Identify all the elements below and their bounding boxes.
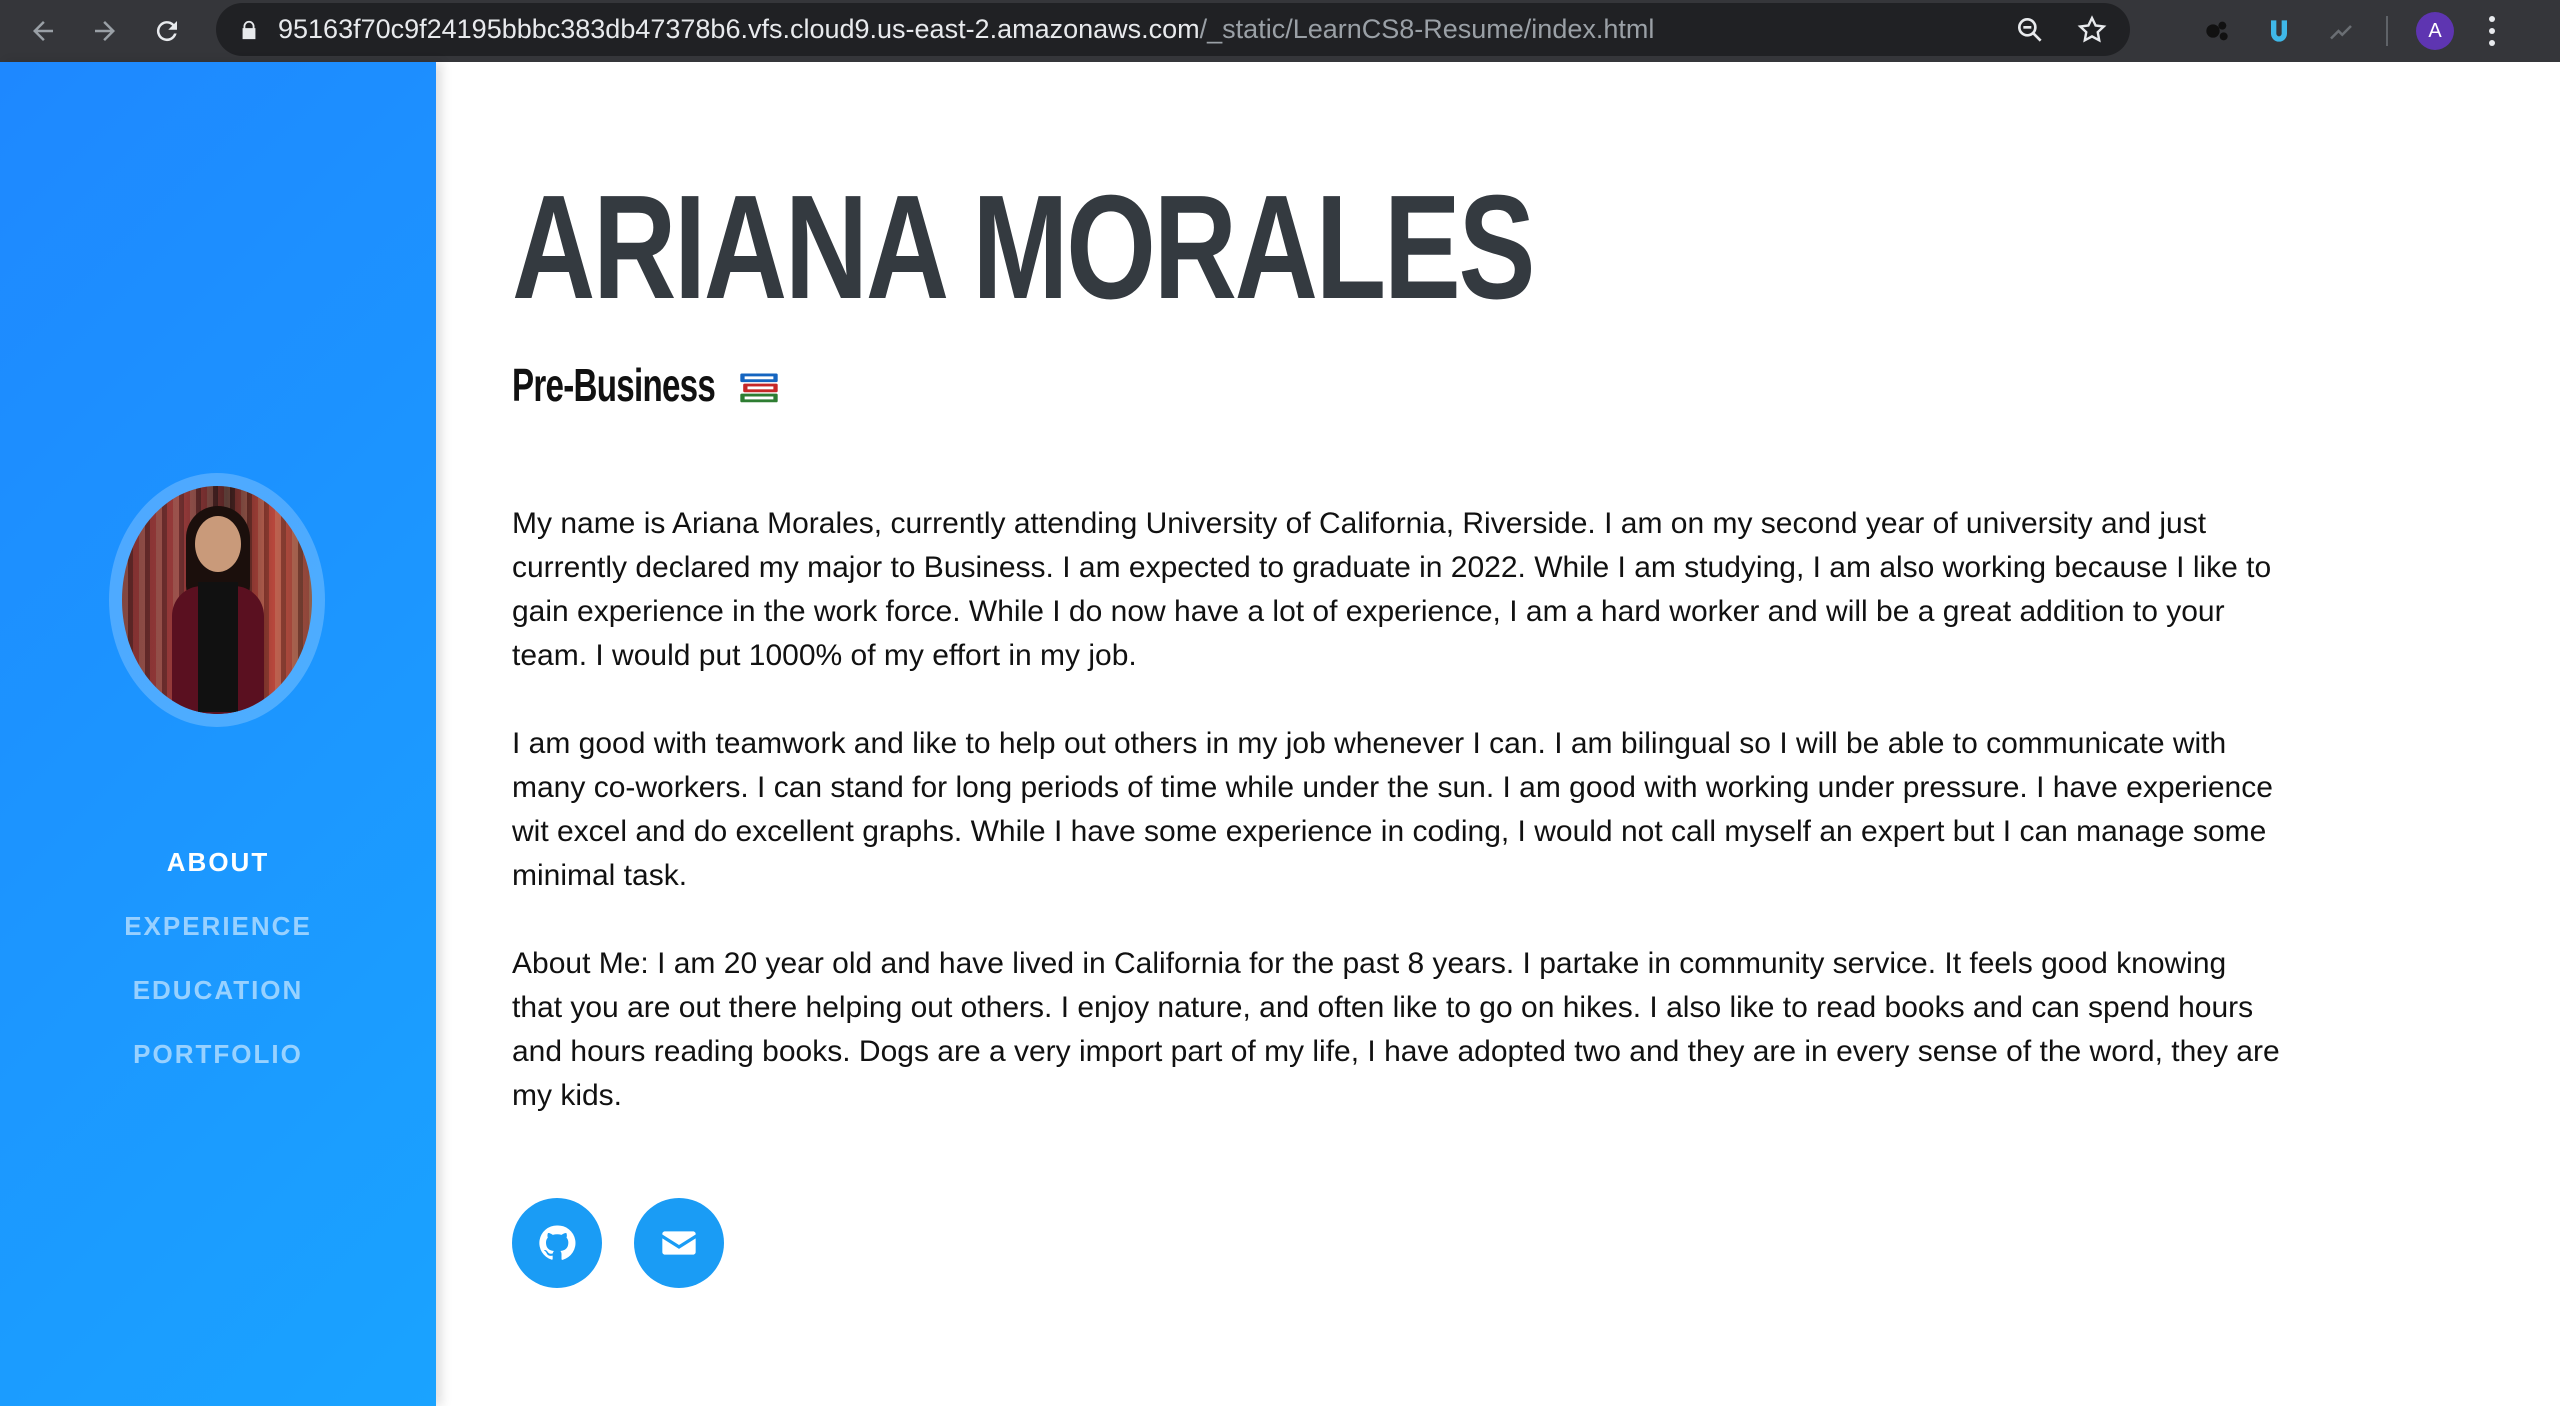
books-icon — [740, 373, 778, 403]
github-icon — [539, 1225, 576, 1260]
reload-button[interactable] — [144, 8, 190, 54]
toolbar-divider — [2386, 16, 2388, 46]
address-bar[interactable]: 95163f70c9f24195bbbc383db47378b6.vfs.clo… — [216, 3, 2130, 56]
bio-text: My name is Ariana Morales, currently att… — [512, 502, 2282, 1162]
bio-paragraph: My name is Ariana Morales, currently att… — [512, 507, 2272, 672]
arrow-left-icon — [33, 21, 53, 41]
url-path: /_static/LearnCS8-Resume/index.html — [1199, 14, 1655, 44]
github-button[interactable] — [512, 1198, 602, 1288]
page-title: ARIANA MORALES — [512, 165, 1535, 330]
reload-icon — [156, 21, 177, 42]
zoom-icon[interactable] — [2014, 14, 2046, 46]
sidebar: About Experience Education Portfolio — [0, 62, 436, 1406]
arrow-right-icon — [95, 21, 115, 41]
nav-link-education[interactable]: Education — [133, 975, 304, 1006]
profile-avatar[interactable]: A — [2416, 12, 2454, 50]
sidebar-item-education: Education — [0, 958, 436, 1022]
subtitle: Pre-Business — [512, 359, 716, 411]
bookmark-star-icon[interactable] — [2076, 14, 2108, 46]
sidebar-item-portfolio: Portfolio — [0, 1022, 436, 1086]
nav-link-experience[interactable]: Experience — [124, 911, 312, 942]
bio-paragraph: I am good with teamwork and like to help… — [512, 727, 2273, 892]
extension-2-icon[interactable] — [2262, 14, 2296, 48]
nav-link-about[interactable]: About — [167, 847, 269, 878]
profile-photo-frame — [109, 473, 325, 727]
extension-3-icon[interactable] — [2324, 14, 2358, 48]
bio-paragraph: About Me: I am 20 year old and have live… — [512, 947, 2280, 1112]
subtitle-row: Pre-Business — [512, 358, 782, 412]
more-menu-icon[interactable] — [2482, 13, 2502, 49]
browser-toolbar: 95163f70c9f24195bbbc383db47378b6.vfs.clo… — [0, 0, 2560, 62]
envelope-icon — [662, 1231, 696, 1255]
forward-button[interactable] — [82, 8, 128, 54]
sidebar-item-about: About — [0, 830, 436, 894]
nav-link-portfolio[interactable]: Portfolio — [133, 1039, 303, 1070]
email-button[interactable] — [634, 1198, 724, 1288]
social-links — [512, 1198, 724, 1288]
back-button[interactable] — [20, 8, 66, 54]
sidebar-nav: About Experience Education Portfolio — [0, 830, 436, 1086]
sidebar-item-experience: Experience — [0, 894, 436, 958]
extension-1-icon[interactable] — [2200, 14, 2234, 48]
url-host: 95163f70c9f24195bbbc383db47378b6.vfs.clo… — [278, 14, 1200, 44]
profile-photo — [122, 486, 312, 714]
lock-icon — [242, 20, 256, 39]
